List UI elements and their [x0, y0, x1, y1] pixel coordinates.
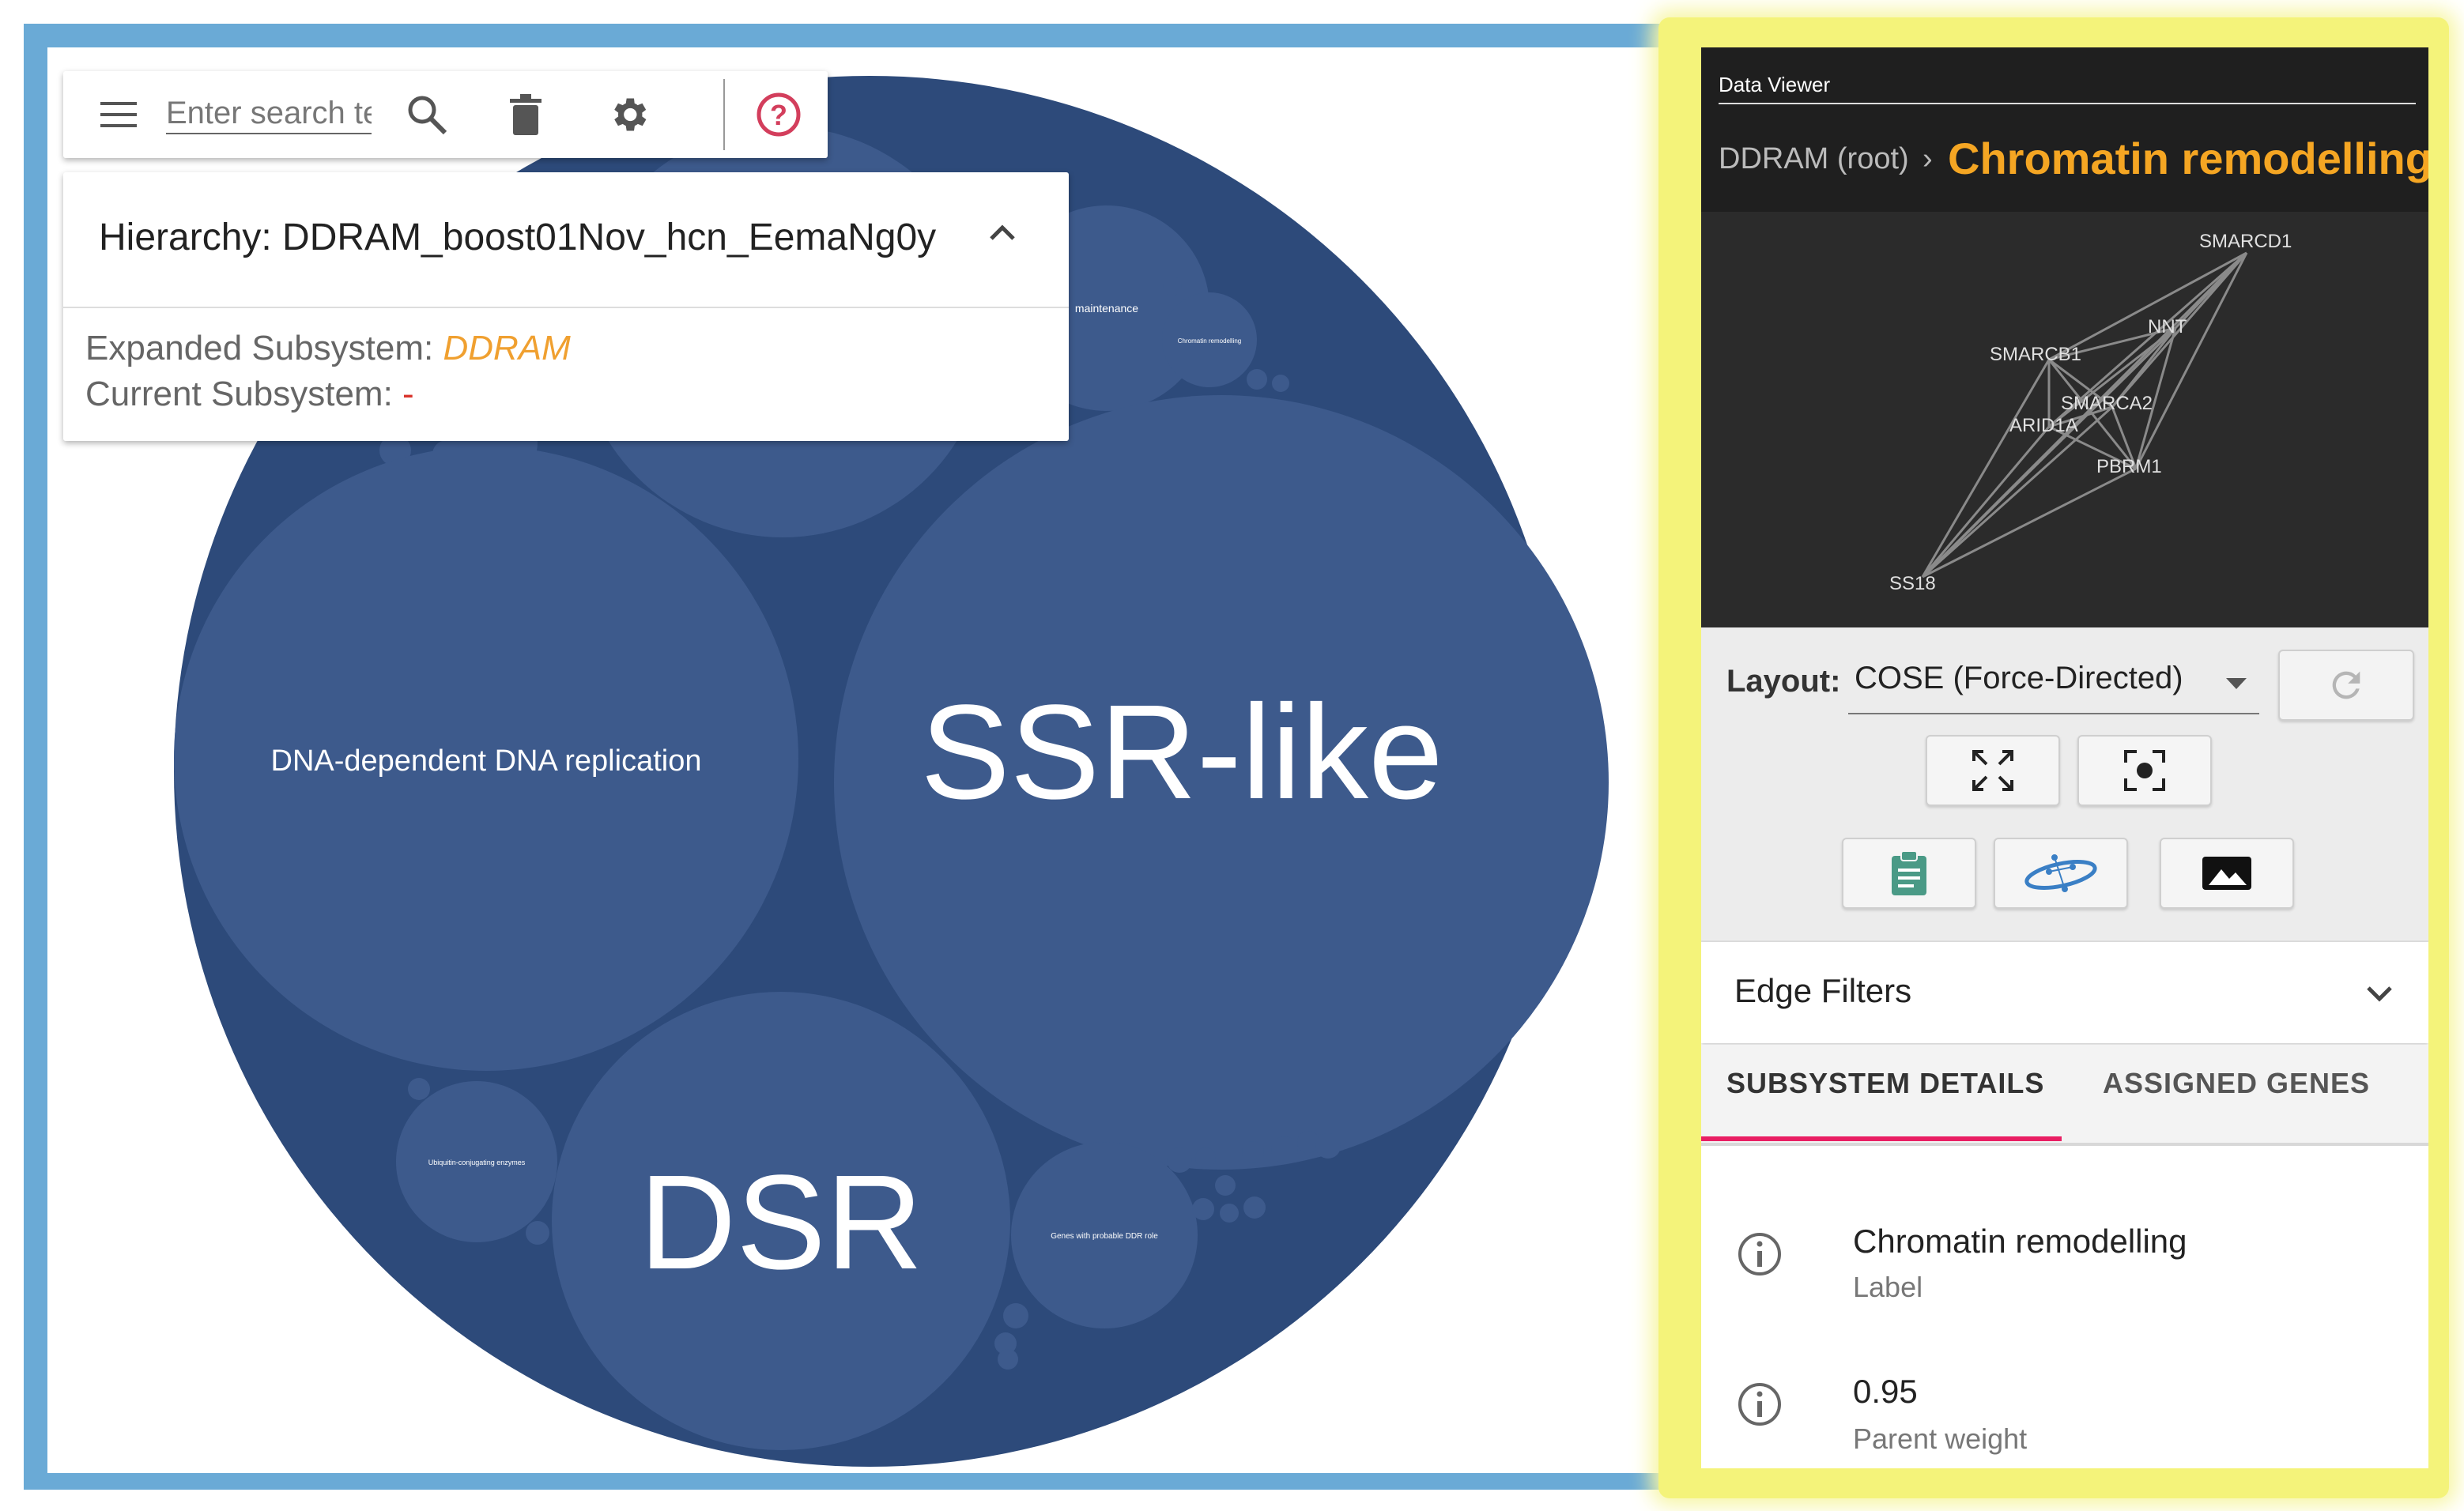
- viewer-header-label: Data Viewer: [1719, 73, 1831, 96]
- detail-caption: Parent weight: [1853, 1422, 2028, 1455]
- chromatin-small-label: Chromatin remodelling: [1178, 337, 1241, 345]
- info-icon: [1738, 1233, 1781, 1275]
- cytoscape-icon: [2024, 854, 2097, 892]
- chevron-down-icon: [2367, 986, 2392, 1002]
- edge-filters-label: Edge Filters: [1734, 972, 1912, 1009]
- tiny-circle[interactable]: [1192, 1198, 1214, 1220]
- info-icon: [1738, 1383, 1781, 1426]
- tiny-circle[interactable]: [1271, 1136, 1298, 1163]
- detail-value: 0.95: [1853, 1373, 1918, 1410]
- help-button[interactable]: ?: [743, 71, 814, 158]
- tiny-circle[interactable]: [526, 1221, 549, 1245]
- tiny-circle[interactable]: [1163, 277, 1182, 296]
- settings-button[interactable]: [597, 71, 660, 158]
- tiny-circle[interactable]: [408, 1078, 430, 1100]
- tiny-circle[interactable]: [1195, 1147, 1216, 1168]
- header-divider: [1719, 103, 2416, 104]
- current-subsystem-label: Current Subsystem:: [85, 375, 403, 413]
- help-circle-icon: ?: [757, 92, 801, 137]
- focus-icon: [2124, 750, 2165, 791]
- export-image-button[interactable]: [2160, 838, 2294, 909]
- breadcrumb-current: Chromatin remodelling: [1948, 134, 2428, 183]
- detail-row-label: [1736, 1230, 1783, 1282]
- cytoscape-button[interactable]: [1994, 838, 2128, 909]
- search-button[interactable]: [395, 71, 458, 158]
- tiny-circle[interactable]: [1003, 1303, 1028, 1328]
- tiny-circle[interactable]: [1272, 375, 1289, 392]
- dropdown-arrow-icon: [2226, 678, 2247, 689]
- edge-filters-panel[interactable]: Edge Filters: [1701, 942, 2428, 1043]
- ubiquitin-label: Ubiquitin-conjugating enzymes: [428, 1159, 526, 1166]
- tiny-circle[interactable]: [1215, 1175, 1236, 1196]
- tab-divider: [1701, 1143, 2428, 1146]
- data-viewer-panel: SMARCD1 NNT SMARCB1 SMARCA2 ARID1A PBRM1…: [1701, 47, 2428, 1468]
- menu-icon: [100, 102, 137, 127]
- toolbar-divider: [723, 79, 725, 150]
- layout-select[interactable]: COSE (Force-Directed): [1848, 650, 2259, 714]
- fit-view-button[interactable]: [1926, 735, 2060, 806]
- clipboard-icon: [1892, 850, 1926, 895]
- tiny-circle[interactable]: [1315, 1133, 1341, 1159]
- image-icon: [2202, 857, 2251, 890]
- layout-label: Layout:: [1726, 664, 1841, 699]
- tiny-circle[interactable]: [998, 1349, 1018, 1370]
- chevron-up-icon: [990, 224, 1015, 240]
- fit-screen-icon: [1972, 750, 2013, 791]
- hierarchy-card: Hierarchy: DDRAM_boost01Nov_hcn_EemaNg0y…: [63, 172, 1069, 441]
- node-label[interactable]: NNT: [2148, 316, 2187, 338]
- tiny-circle[interactable]: [1167, 1147, 1192, 1173]
- node-label[interactable]: ARID1A: [2009, 415, 2078, 437]
- tab-indicator: [1701, 1136, 2062, 1141]
- tab-assigned-genes[interactable]: ASSIGNED GENES: [2103, 1067, 2370, 1100]
- expanded-subsystem-label: Expanded Subsystem:: [85, 329, 443, 367]
- dsr-label: DSR: [640, 1147, 923, 1298]
- ssr-like-label: SSR-like: [920, 677, 1443, 827]
- refresh-layout-button[interactable]: [2278, 650, 2414, 721]
- maintenance-label: maintenance: [1075, 302, 1138, 315]
- detail-row-weight: [1736, 1381, 1783, 1432]
- layout-value: COSE (Force-Directed): [1855, 661, 2183, 695]
- breadcrumb-root[interactable]: DDRAM (root): [1719, 142, 1909, 176]
- delete-button[interactable]: [494, 71, 557, 158]
- refresh-icon: [2332, 671, 2360, 699]
- tiny-circle[interactable]: [1247, 369, 1267, 390]
- hierarchy-divider: [63, 307, 1069, 308]
- center-view-button[interactable]: [2077, 735, 2212, 806]
- detail-caption: Label: [1853, 1271, 1923, 1303]
- tiny-circle[interactable]: [1220, 1204, 1239, 1223]
- expanded-subsystem-value[interactable]: DDRAM: [443, 329, 570, 367]
- tiny-circle[interactable]: [1242, 1141, 1264, 1163]
- viewer-header: Data Viewer DDRAM (root) › Chromatin rem…: [1701, 47, 2428, 212]
- hierarchy-title: Hierarchy: DDRAM_boost01Nov_hcn_EemaNg0y: [99, 217, 937, 258]
- current-subsystem-value: -: [402, 375, 414, 413]
- breadcrumb-separator: ›: [1923, 142, 1933, 175]
- svg-text:?: ?: [770, 99, 787, 131]
- genes-ddr-label: Genes with probable DDR role: [1051, 1232, 1158, 1241]
- tab-subsystem-details[interactable]: SUBSYSTEM DETAILS: [1726, 1067, 2044, 1100]
- trash-icon: [510, 94, 541, 135]
- menu-button[interactable]: [87, 71, 150, 158]
- collapse-button[interactable]: [987, 220, 1034, 259]
- gear-icon: [614, 98, 647, 131]
- node-label[interactable]: PBRM1: [2096, 456, 2162, 478]
- current-subsystem-line: Current Subsystem: -: [85, 375, 414, 414]
- node-label[interactable]: SS18: [1889, 573, 1936, 595]
- search-icon: [408, 96, 447, 135]
- node-label[interactable]: SMARCA2: [2061, 393, 2153, 415]
- dna-replication-label: DNA-dependent DNA replication: [271, 744, 702, 778]
- tiny-circle[interactable]: [1243, 1196, 1266, 1219]
- toolbar: ?: [63, 71, 828, 158]
- clipboard-button[interactable]: [1842, 838, 1976, 909]
- node-label[interactable]: SMARCD1: [2199, 231, 2292, 253]
- detail-value: Chromatin remodelling: [1853, 1223, 2187, 1260]
- expanded-subsystem-line: Expanded Subsystem: DDRAM: [85, 329, 571, 368]
- node-label[interactable]: SMARCB1: [1990, 344, 2081, 366]
- search-input[interactable]: [166, 93, 372, 134]
